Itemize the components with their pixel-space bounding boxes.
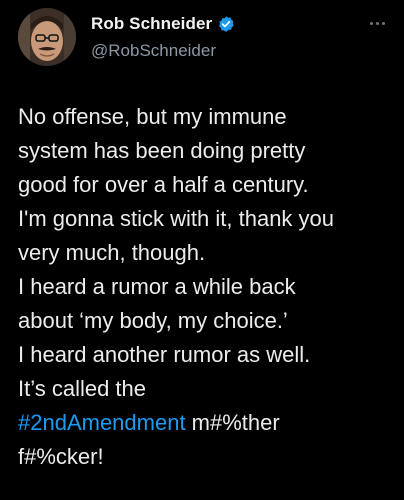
tweet-text-fragment: m#%ther <box>185 410 280 435</box>
tweet-line: f#%cker! <box>18 444 104 469</box>
display-name[interactable]: Rob Schneider <box>91 14 212 34</box>
tweet-line: I heard a rumor a while back <box>18 274 296 299</box>
more-options-icon[interactable] <box>370 18 392 28</box>
author-name-row[interactable]: Rob Schneider <box>91 14 235 34</box>
more-dot <box>370 21 373 25</box>
tweet-line-hashtag: #2ndAmendment m#%ther <box>18 406 398 440</box>
avatar[interactable] <box>18 8 76 66</box>
more-dot <box>376 21 379 25</box>
more-dot <box>382 21 385 25</box>
verified-badge-icon <box>219 16 234 32</box>
tweet-line: No offense, but my immune <box>18 104 287 129</box>
tweet-text: No offense, but my immune system has bee… <box>18 100 398 474</box>
tweet-line: It’s called the <box>18 376 147 401</box>
tweet-line: system has been doing pretty <box>18 138 306 163</box>
tweet-line: good for over a half a century. <box>18 172 309 197</box>
profile-photo-icon <box>18 8 76 66</box>
tweet: Rob Schneider @RobSchneider No offense, … <box>0 0 404 500</box>
tweet-line: about ‘my body, my choice.’ <box>18 308 288 333</box>
tweet-line: I heard another rumor as well. <box>18 342 311 367</box>
author-handle[interactable]: @RobSchneider <box>91 41 216 61</box>
tweet-line: I'm gonna stick with it, thank you <box>18 206 335 231</box>
tweet-line: very much, though. <box>18 240 206 265</box>
hashtag-link[interactable]: #2ndAmendment <box>18 410 186 435</box>
